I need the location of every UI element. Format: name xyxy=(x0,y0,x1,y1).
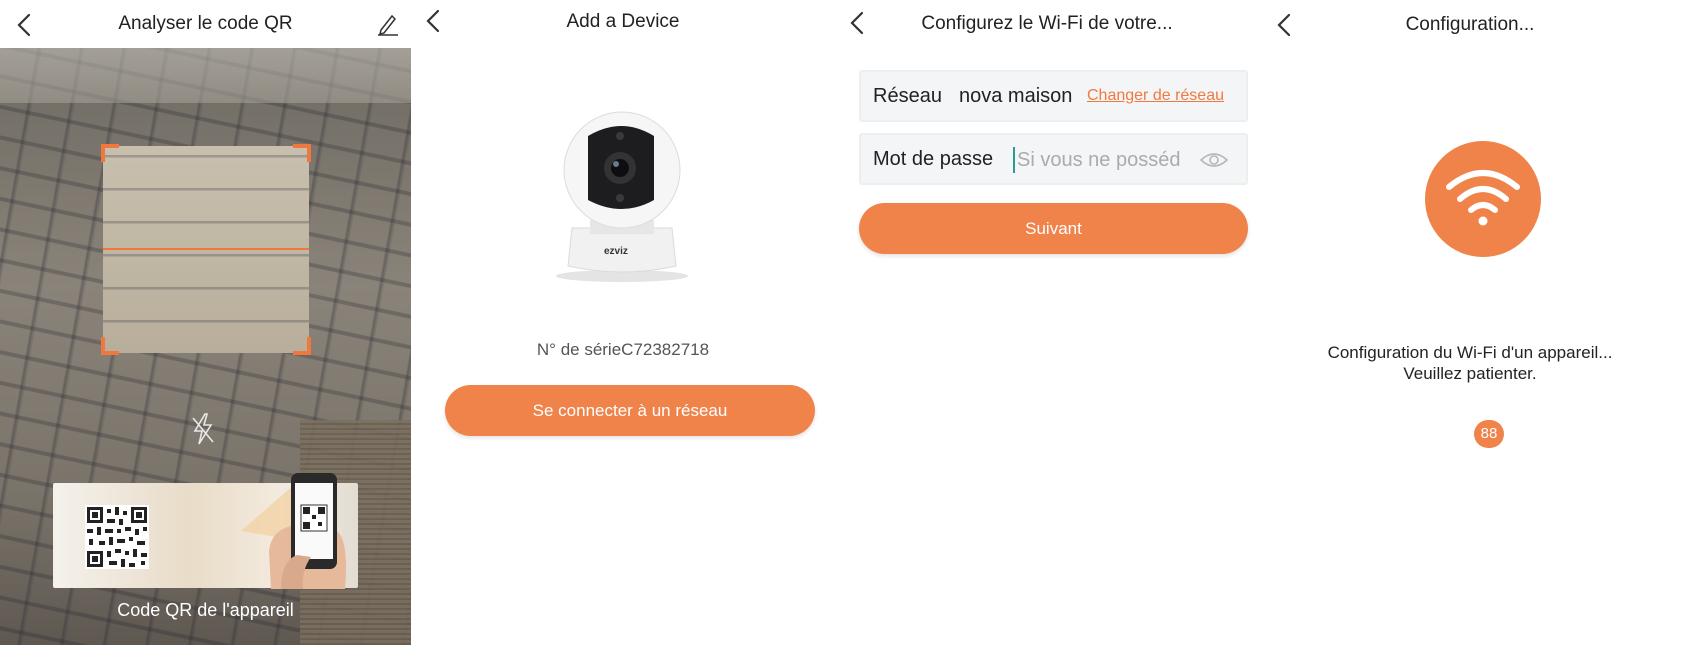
chevron-left-icon[interactable] xyxy=(845,10,871,36)
wifi-config-screen: Configurez le Wi-Fi de votre... Réseau n… xyxy=(835,0,1259,645)
phone-scanning-icon xyxy=(241,473,346,589)
camera-preview-wall xyxy=(0,48,411,103)
scan-frame xyxy=(101,144,311,355)
change-network-link[interactable]: Changer de réseau xyxy=(1087,87,1224,105)
brand-logo: ezviz xyxy=(604,246,628,257)
qr-caption: Code QR de l'appareil xyxy=(117,600,294,620)
scan-frame-corner xyxy=(293,144,311,162)
network-value: nova maison xyxy=(959,85,1073,107)
page-title: Configuration... xyxy=(1405,14,1535,35)
status-text: Configuration du Wi-Fi d'un appareil... xyxy=(1327,343,1613,362)
header-bar: Analyser le code QR xyxy=(0,0,411,48)
flash-off-icon[interactable] xyxy=(190,412,216,446)
status-subtext: Veuillez patienter. xyxy=(1403,364,1537,383)
page-title: Analyser le code QR xyxy=(118,13,293,34)
countdown-badge: 88 xyxy=(1474,420,1504,448)
configuring-screen: Configuration... Configuration du Wi-Fi … xyxy=(1259,0,1681,645)
next-button[interactable]: Suivant xyxy=(859,203,1248,254)
scan-frame-corner xyxy=(101,144,119,162)
page-title: Configurez le Wi-Fi de votre... xyxy=(921,13,1173,34)
eye-icon[interactable] xyxy=(1199,149,1229,171)
network-label: Réseau xyxy=(873,85,942,107)
scan-frame-corner xyxy=(101,337,119,355)
network-field: Réseau nova maison Changer de réseau xyxy=(859,70,1248,122)
page-title: Add a Device xyxy=(566,11,680,32)
wifi-icon xyxy=(1446,170,1520,226)
chevron-left-icon[interactable] xyxy=(421,8,447,34)
camera-device-image: ezviz xyxy=(556,111,688,282)
connect-network-button[interactable]: Se connecter à un réseau xyxy=(445,385,815,436)
serial-number: N° de sérieC72382718 xyxy=(536,340,710,359)
scan-frame-corner xyxy=(293,337,311,355)
pencil-icon[interactable] xyxy=(376,12,400,36)
qr-code-icon xyxy=(85,505,149,569)
password-label: Mot de passe xyxy=(873,148,994,170)
wifi-status-circle xyxy=(1425,141,1541,257)
add-device-screen: Add a Device ezviz N° de sérieC72382718 … xyxy=(411,0,835,645)
password-input[interactable] xyxy=(1013,147,1181,173)
chevron-left-icon[interactable] xyxy=(1272,12,1298,38)
scan-line xyxy=(103,248,309,250)
password-field: Mot de passe xyxy=(859,133,1248,185)
chevron-left-icon[interactable] xyxy=(12,12,38,38)
qr-hint-card xyxy=(53,473,358,589)
qr-scan-screen: Analyser le code QR Code QR de l'apparei… xyxy=(0,0,411,645)
